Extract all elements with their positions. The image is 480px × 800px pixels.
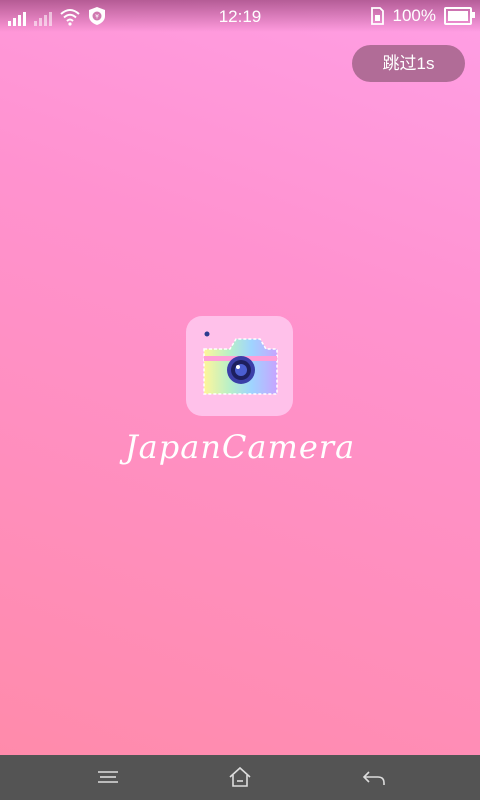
- camera-app-icon: [203, 331, 278, 395]
- status-bar: ¥ 12:19 100%: [0, 0, 480, 32]
- navigation-bar: [0, 755, 480, 800]
- menu-icon[interactable]: [94, 765, 122, 789]
- home-icon[interactable]: [226, 765, 254, 789]
- app-name: JapanCamera: [124, 428, 356, 466]
- sim-icon: [370, 7, 384, 25]
- back-icon[interactable]: [360, 765, 388, 789]
- app-logo: [186, 316, 293, 416]
- skip-button[interactable]: 跳过1s: [352, 45, 465, 82]
- battery-percent: 100%: [392, 6, 436, 25]
- battery-icon: [444, 7, 475, 25]
- splash-screen: ¥ 12:19 100% 跳过1s JapanCamera: [0, 0, 480, 800]
- status-right-icons: 100%: [369, 6, 475, 26]
